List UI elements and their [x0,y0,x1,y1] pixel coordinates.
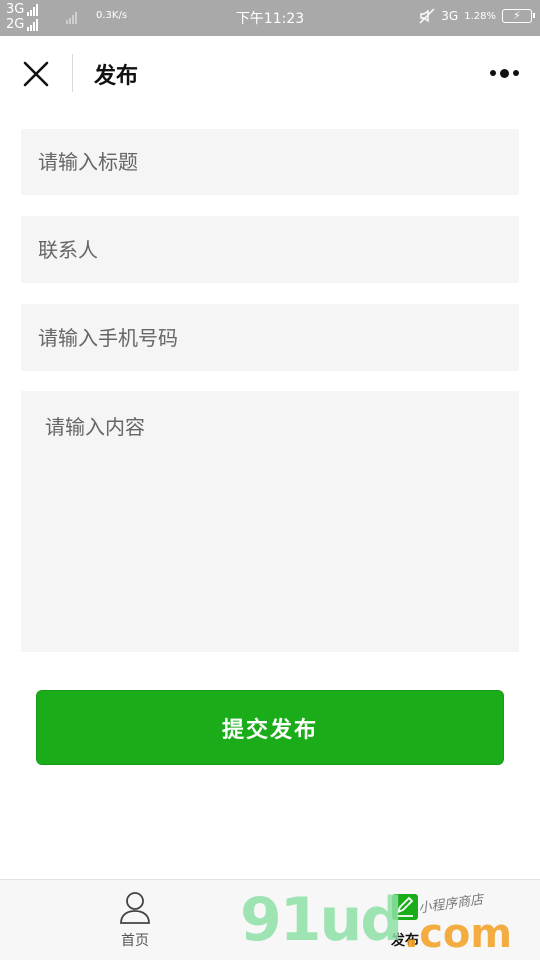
tab-home-label: 首页 [121,933,149,949]
battery-icon: ⚡ [502,9,535,23]
status-right: 3G 1.28% ⚡ [419,8,535,24]
tab-publish-label: 发布 [391,933,419,949]
submit-button[interactable]: 提交发布 [36,690,504,765]
phone-input[interactable] [21,304,519,371]
close-icon [23,61,49,87]
data-rate: 1.28% [464,10,496,22]
navbar: 发布 [0,36,540,110]
network-type-right: 3G [441,9,459,23]
edit-icon [392,894,418,920]
user-icon [120,892,150,924]
contact-input[interactable] [21,216,519,283]
more-dot-icon [499,68,509,78]
title-input[interactable] [21,129,519,195]
tab-publish[interactable]: 发布 [345,890,465,950]
status-bar: 3G 2G 0.3K/s 下午11:23 3G 1.28% ⚡ [0,0,540,36]
more-options-button[interactable] [486,62,522,84]
tab-bar: 首页 发布 [0,879,540,960]
mute-icon [419,8,435,24]
more-dot-icon [489,70,496,76]
close-button[interactable] [18,56,54,92]
nav-divider [72,54,73,92]
more-dot-icon [512,70,519,76]
tab-home[interactable]: 首页 [75,890,195,950]
page-title: 发布 [94,63,139,89]
content-textarea[interactable] [21,391,519,652]
